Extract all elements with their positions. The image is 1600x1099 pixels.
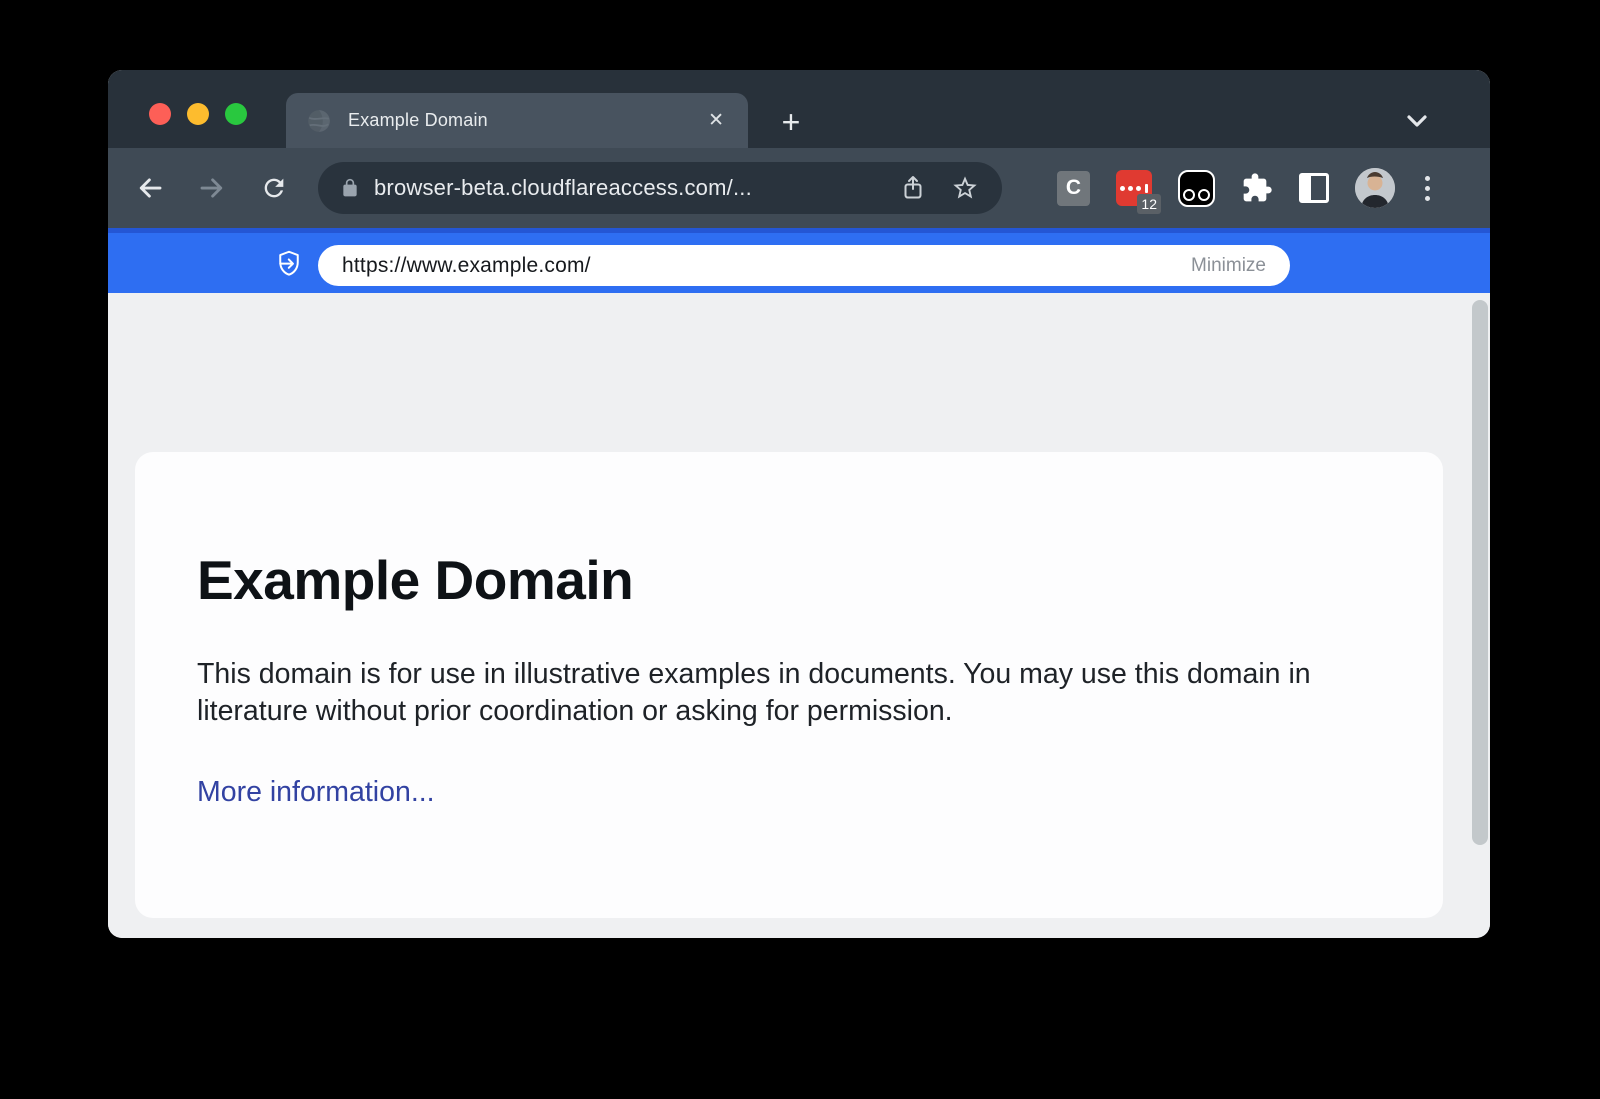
side-panel-button[interactable] (1299, 173, 1329, 203)
vertical-scrollbar-thumb[interactable] (1472, 300, 1488, 845)
back-button[interactable] (133, 171, 167, 205)
tab-strip: Example Domain ✕ + (108, 70, 1490, 148)
isolation-url-input[interactable]: https://www.example.com/ Minimize (318, 245, 1290, 286)
shield-arrow-icon (275, 249, 303, 279)
traffic-lights (149, 103, 247, 125)
browser-menu-button[interactable] (1421, 172, 1434, 205)
side-panel-icon (1299, 173, 1329, 203)
more-information-link[interactable]: More information... (197, 776, 435, 809)
dark-mode-extension-button[interactable] (1178, 170, 1215, 207)
share-icon (901, 175, 925, 201)
page-heading: Example Domain (197, 548, 1383, 612)
content-card: Example Domain This domain is for use in… (135, 452, 1443, 918)
extensions-row: C 12 (1057, 168, 1434, 208)
nav-buttons (133, 171, 291, 205)
reload-icon (260, 174, 288, 202)
address-url: browser-beta.cloudflareaccess.com/... (374, 175, 876, 201)
extensions-menu-button[interactable] (1241, 172, 1273, 204)
tab-title: Example Domain (348, 110, 692, 131)
back-icon (135, 173, 165, 203)
minimize-window-button[interactable] (187, 103, 209, 125)
globe-icon (306, 108, 332, 134)
share-button[interactable] (900, 175, 926, 201)
avatar-photo-icon (1355, 168, 1395, 208)
isolation-bar: https://www.example.com/ Minimize (108, 228, 1490, 293)
kebab-menu-icon (1425, 176, 1430, 181)
password-badge: 12 (1137, 194, 1161, 214)
goggles-icon (1178, 170, 1215, 207)
new-tab-button[interactable]: + (772, 103, 810, 141)
extension-c-button[interactable]: C (1057, 171, 1090, 206)
star-icon (951, 174, 979, 202)
zoom-window-button[interactable] (225, 103, 247, 125)
tab-example-domain[interactable]: Example Domain ✕ (286, 93, 748, 148)
browser-window: Example Domain ✕ + (108, 70, 1490, 938)
password-manager-extension-button[interactable]: 12 (1116, 170, 1152, 206)
chevron-down-icon[interactable] (1405, 114, 1429, 133)
puzzle-icon (1241, 172, 1273, 204)
page-viewport: Example Domain This domain is for use in… (108, 293, 1490, 938)
page-paragraph: This domain is for use in illustrative e… (197, 656, 1357, 730)
lock-icon (340, 177, 360, 199)
isolation-url-value: https://www.example.com/ (342, 254, 1191, 278)
tab-close-button[interactable]: ✕ (704, 107, 728, 134)
minimize-button[interactable]: Minimize (1191, 255, 1266, 277)
reload-button[interactable] (257, 171, 291, 205)
forward-icon (197, 173, 227, 203)
address-bar[interactable]: browser-beta.cloudflareaccess.com/... (318, 162, 1002, 214)
profile-avatar[interactable] (1355, 168, 1395, 208)
forward-button[interactable] (195, 171, 229, 205)
c-extension-icon: C (1057, 171, 1090, 206)
close-window-button[interactable] (149, 103, 171, 125)
browser-toolbar: browser-beta.cloudflareaccess.com/... C (108, 148, 1490, 228)
bookmark-star-button[interactable] (950, 173, 980, 203)
